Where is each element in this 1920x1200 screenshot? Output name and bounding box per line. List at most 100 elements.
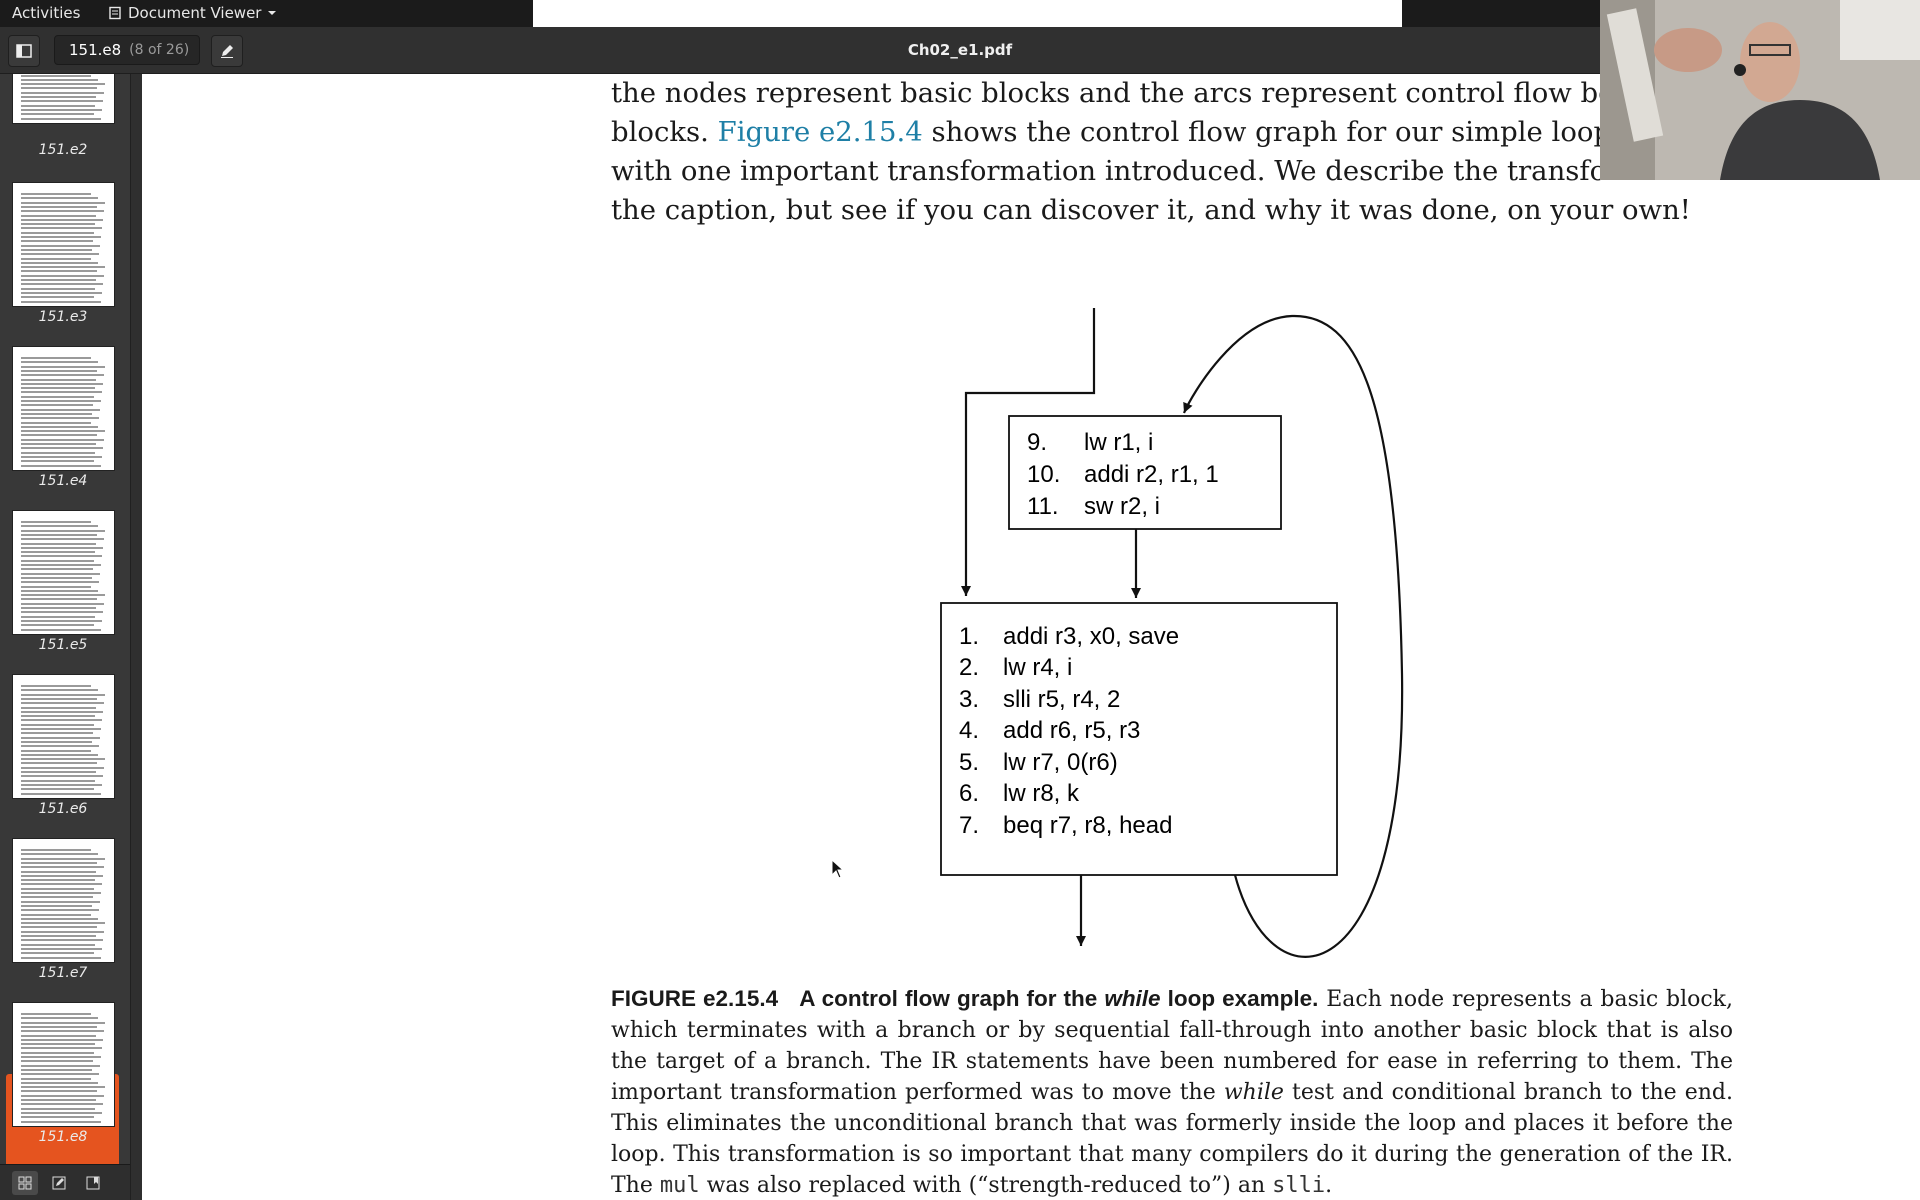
thumbnail-text-line [21, 594, 105, 597]
activities-button[interactable]: Activities [12, 4, 80, 22]
thumbnail-label: 151.e4 [38, 473, 88, 489]
thumbnail-text-line [21, 943, 95, 946]
thumbnail-text-line [21, 693, 105, 696]
thumbnail-text-line [21, 400, 101, 402]
thumbnail-text-line [21, 408, 100, 411]
annotation-icon [52, 1176, 66, 1189]
thumbnail-text-line [21, 1043, 95, 1046]
thumbnail-label: 151.e8 [38, 1129, 88, 1145]
thumbnail-text-line [21, 1025, 97, 1028]
thumbnail-text-line [21, 1038, 103, 1041]
thumbnail-text-line [21, 421, 91, 424]
thumbnail-text-line [21, 939, 103, 942]
ir-line-number: 5. [959, 749, 979, 776]
thumbnail-text-line [21, 689, 98, 692]
thumbnail-text-line [21, 210, 104, 213]
thumbnail-text-line [21, 589, 98, 592]
thumbnail-text-line [21, 1077, 91, 1080]
ir-statement: addi r2, r1, 1 [1084, 461, 1219, 488]
thumbnail-text-line [21, 1099, 96, 1101]
caption-body: was also replaced with (“strength-reduce… [699, 1173, 1273, 1198]
ir-statement: lw r4, i [1003, 654, 1072, 681]
thumbnail-text-line [21, 1081, 98, 1084]
page-thumbnail[interactable] [12, 674, 115, 799]
thumbnail-text-line [21, 883, 102, 886]
thumbnail-text-line [21, 624, 94, 627]
ir-statement: lw r7, 0(r6) [1003, 749, 1118, 776]
thumbnail-text-line [21, 900, 100, 903]
thumbnail-label: 151.e2 [38, 142, 88, 158]
thumbnail-text-line [21, 417, 99, 420]
thumbnail-label: 151.e5 [38, 637, 88, 653]
bookmark-icon [86, 1176, 100, 1189]
thumbnail-text-line [21, 783, 102, 786]
thumbnail-text-line [21, 766, 104, 769]
thumbnail-text-line [21, 369, 97, 372]
thumbnail-text-line [21, 1060, 93, 1063]
thumbnail-text-line [21, 1034, 96, 1037]
thumbnail-text-line [21, 1017, 98, 1020]
ir-statement: beq r7, r8, head [1003, 812, 1172, 839]
thumbnail-text-line [21, 361, 98, 364]
thumbnail-text-line [21, 443, 96, 445]
thumbnail-text-line [21, 1103, 103, 1106]
thumbnail-text-line [21, 113, 94, 116]
thumbnail-text-line [21, 296, 94, 299]
thumbnail-text-line [21, 732, 93, 735]
page-thumbnail[interactable] [12, 74, 115, 124]
thumbnail-text-line [21, 559, 94, 562]
thumbnail-text-line [21, 598, 97, 601]
page-thumbnail[interactable] [12, 1002, 115, 1127]
document-page: the nodes represent basic blocks and the… [142, 74, 1920, 1200]
thumbnail-text-line [21, 1116, 94, 1119]
thumbnail-text-line [21, 248, 92, 251]
thumbnail-text-line [21, 551, 95, 554]
thumbnail-text-line [21, 240, 93, 243]
thumbnail-text-line [21, 1094, 104, 1097]
page-thumbnail[interactable] [12, 510, 115, 635]
page-thumbnail[interactable] [12, 346, 115, 471]
thumbnail-text-line [21, 214, 96, 217]
thumbnails-view-button[interactable] [12, 1170, 38, 1195]
thumbnail-text-line [21, 723, 94, 726]
thumbnail-text-line [21, 447, 103, 450]
thumbnail-text-line [21, 1090, 97, 1093]
thumbnail-text-line [21, 546, 103, 549]
webcam-overlay [1600, 0, 1920, 180]
bookmarks-view-button[interactable] [80, 1171, 106, 1195]
thumbnail-text-line [21, 887, 94, 890]
app-menu[interactable]: Document Viewer [108, 4, 277, 22]
thumbnail-text-line [21, 615, 95, 618]
thumbnail-text-line [21, 521, 91, 523]
thumbnail-text-line [21, 1030, 104, 1033]
thumbnail-text-line [21, 892, 101, 894]
chevron-down-icon [268, 11, 277, 15]
thumbnail-text-line [21, 611, 103, 614]
thumbnail-text-line [21, 357, 91, 359]
thumbnail-text-line [21, 100, 103, 103]
thumbnail-text-line [21, 533, 97, 536]
sidebar-view-switcher [0, 1164, 130, 1200]
page-thumbnail[interactable] [12, 838, 115, 963]
thumbnail-label: 151.e7 [38, 965, 88, 981]
annotations-view-button[interactable] [46, 1171, 72, 1195]
thumbnail-text-line [21, 283, 103, 286]
ir-line-number: 3. [959, 686, 979, 713]
caption-title-em: while [1104, 986, 1161, 1011]
thumbnail-text-line [21, 223, 95, 226]
document-icon [109, 6, 121, 20]
screen-strip [533, 0, 1402, 27]
thumbnail-text-line [21, 1068, 92, 1071]
thumbnail-label: 151.e6 [38, 801, 88, 817]
thumbnail-text-line [21, 412, 92, 415]
thumbnail-text-line [21, 197, 98, 200]
thumbnail-text-line [21, 538, 104, 541]
thumbnail-text-line [21, 287, 95, 290]
page-thumbnail[interactable] [12, 182, 115, 307]
thumbnail-text-line [21, 749, 91, 752]
thumbnail-text-line [21, 728, 101, 730]
thumbnail-text-line [21, 771, 96, 773]
thumbnail-text-line [21, 261, 98, 264]
thumbnail-text-line [21, 913, 91, 916]
thumbnail-text-line [21, 434, 97, 437]
